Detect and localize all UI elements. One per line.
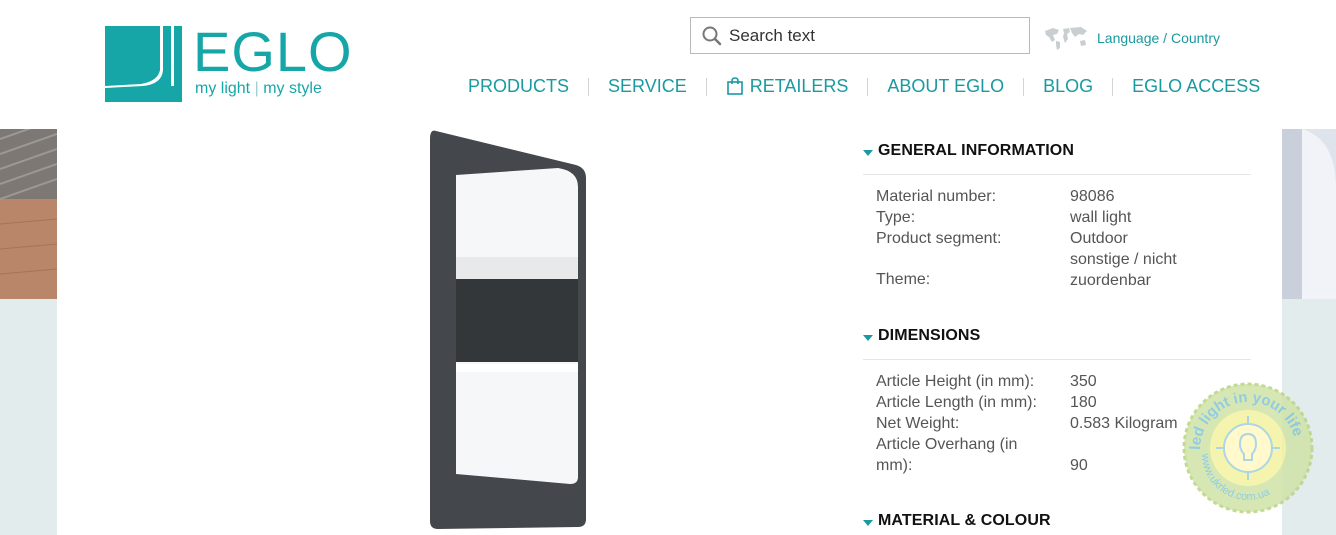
nav-service[interactable]: SERVICE: [608, 76, 687, 97]
tagline-right: my style: [263, 80, 322, 97]
info-value-line: zuordenbar: [1070, 272, 1151, 289]
info-label: Net Weight:: [876, 415, 960, 432]
general-info-list: Material number: 98086 Type: wall light …: [876, 186, 1246, 290]
caret-down-icon: [863, 334, 873, 341]
info-label-line: mm):: [876, 457, 913, 474]
section-header-general[interactable]: GENERAL INFORMATION: [863, 141, 1074, 161]
info-label: Article Overhang (in mm):: [876, 434, 1070, 476]
language-country-label: Language / Country: [1097, 30, 1220, 46]
language-country-link[interactable]: Language / Country: [1043, 24, 1220, 52]
divider: [863, 174, 1251, 175]
divider: [863, 359, 1251, 360]
shopping-bag-icon: [726, 77, 743, 95]
info-label: Theme:: [876, 271, 931, 288]
nav-blog[interactable]: BLOG: [1043, 76, 1093, 97]
info-row: Type: wall light: [876, 207, 1246, 228]
tagline-divider: |: [254, 80, 264, 97]
nav-divider: [1023, 78, 1025, 96]
section-header-dimensions[interactable]: DIMENSIONS: [863, 326, 980, 346]
background-photo-right: [1282, 129, 1336, 299]
info-label: Product segment:: [876, 230, 1002, 247]
section-title: GENERAL INFORMATION: [878, 142, 1074, 159]
section-header-material-colour[interactable]: MATERIAL & COLOUR: [863, 511, 1051, 531]
search-box[interactable]: [690, 17, 1030, 54]
info-label: Material number:: [876, 188, 997, 205]
nav-eglo-access[interactable]: EGLO ACCESS: [1132, 76, 1260, 97]
main-nav: PRODUCTS SERVICE RETAILERS ABOUT EGLO BL…: [468, 73, 1260, 99]
caret-down-icon: [863, 519, 873, 526]
tagline-left: my light: [195, 80, 251, 97]
site-header: EGLO my light | my style Language / Coun…: [0, 0, 1336, 129]
caret-down-icon: [863, 149, 873, 156]
info-value: wall light: [1070, 209, 1132, 226]
info-label: Article Height (in mm):: [876, 373, 1035, 390]
search-icon[interactable]: [701, 25, 723, 47]
nav-divider: [705, 78, 707, 96]
nav-divider: [867, 78, 869, 96]
logo-wordmark: EGLO: [193, 20, 353, 83]
nav-retailers-label: RETAILERS: [749, 75, 849, 96]
info-row: Product segment: Outdoor: [876, 228, 1246, 249]
info-row: Theme: sonstige / nicht zuordenbar: [876, 249, 1246, 290]
info-label: Type:: [876, 209, 916, 226]
info-label-line: Article Overhang (in: [876, 436, 1018, 453]
info-value: 98086: [1070, 188, 1115, 205]
info-value-line: sonstige / nicht: [1070, 251, 1177, 268]
section-title: DIMENSIONS: [878, 327, 981, 344]
section-title: MATERIAL & COLOUR: [878, 512, 1051, 529]
info-row: Material number: 98086: [876, 186, 1246, 207]
info-value: sonstige / nicht zuordenbar: [1070, 249, 1246, 290]
nav-retailers[interactable]: RETAILERS: [726, 75, 849, 97]
search-input[interactable]: [729, 24, 1019, 48]
nav-divider: [1112, 78, 1114, 96]
info-value: Outdoor: [1070, 230, 1128, 247]
world-map-icon: [1045, 27, 1087, 50]
background-photo-left: [0, 129, 57, 299]
product-image[interactable]: [426, 129, 590, 531]
nav-about-eglo[interactable]: ABOUT EGLO: [887, 76, 1004, 97]
nav-products[interactable]: PRODUCTS: [468, 76, 569, 97]
logo-tagline: my light | my style: [195, 80, 322, 98]
watermark-seal: led light in your life www.ukrled.com.ua: [1182, 382, 1314, 514]
nav-divider: [588, 78, 590, 96]
info-label: Article Length (in mm):: [876, 394, 1037, 411]
